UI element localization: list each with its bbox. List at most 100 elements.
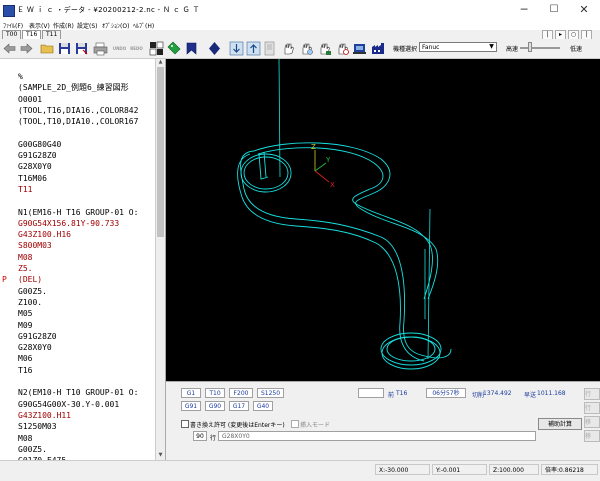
diamond-icon[interactable] [207, 41, 222, 56]
minimize-button[interactable]: ─ [510, 2, 538, 18]
tab-navigation: | ▸ ○ | [540, 30, 598, 40]
code-line[interactable]: N2(EM10-H T10 GROUP-01 O: [0, 387, 150, 398]
machine-select[interactable]: Fanuc ▼ [419, 42, 497, 52]
speed-slider-thumb[interactable] [528, 42, 532, 52]
tab-t11[interactable]: T11 [42, 30, 62, 39]
side-button-1[interactable]: 行 [584, 388, 600, 400]
machine-icon[interactable] [352, 41, 367, 56]
code-line[interactable] [0, 195, 150, 206]
code-line-text: (DEL) [18, 275, 43, 285]
code-line[interactable]: S800M03 [0, 240, 150, 251]
scroll-down-icon[interactable]: ▼ [156, 452, 165, 460]
code-line[interactable]: G28X0Y0 [0, 342, 150, 353]
undo-button[interactable]: UNDO [112, 42, 127, 55]
code-line[interactable]: N1(EM16-H T16 GROUP-01 O: [0, 207, 150, 218]
back-arrow-icon[interactable] [2, 41, 17, 56]
tab-t16[interactable]: T16 [22, 30, 42, 39]
aux-calc-button[interactable]: 補助計算 [538, 418, 582, 430]
menu-options[interactable]: ｵﾌﾟｼｮﾝ(O) [102, 21, 129, 30]
code-line[interactable]: G43Z100.H11 [0, 410, 150, 421]
menu-settings[interactable]: 設定(S) [77, 21, 98, 30]
tag-icon[interactable] [166, 41, 181, 56]
speed-slider-track[interactable] [520, 47, 560, 49]
code-line[interactable]: Z5. [0, 263, 150, 274]
insert-mode-checkbox[interactable] [291, 420, 299, 428]
code-line-text: G43Z100.H16 [18, 230, 71, 240]
code-line[interactable]: T11 [0, 184, 150, 195]
speed-fast-label: 高速 [506, 46, 519, 53]
code-line[interactable]: S1250M03 [0, 421, 150, 432]
code-line[interactable] [0, 127, 150, 138]
print-icon[interactable] [93, 41, 108, 56]
menu-view[interactable]: 表示(V) [29, 21, 50, 30]
coord-z: Z:100.000 [489, 464, 539, 475]
document-icon[interactable] [262, 41, 277, 56]
side-button-2[interactable]: 行 [584, 402, 600, 414]
step-up-icon[interactable] [246, 41, 261, 56]
save-icon[interactable] [57, 41, 72, 56]
code-line[interactable]: G28X0Y0 [0, 161, 150, 172]
code-line[interactable]: (TOOL,T10,DIA10.,COLOR167 [0, 116, 150, 127]
code-line[interactable]: G00G80G40 [0, 139, 150, 150]
code-line[interactable]: T16 [0, 365, 150, 376]
factory-icon[interactable] [371, 41, 386, 56]
maximize-button[interactable]: ☐ [540, 2, 568, 18]
code-line[interactable]: % [0, 71, 150, 82]
code-line[interactable]: G00Z5. [0, 286, 150, 297]
chevron-down-icon[interactable]: ▼ [487, 43, 496, 51]
menu-help[interactable]: ﾍﾙﾌﾟ(H) [133, 21, 154, 30]
open-folder-icon[interactable] [40, 41, 55, 56]
code-line[interactable]: (TOOL,T16,DIA16.,COLOR842 [0, 105, 150, 116]
code-scrollbar[interactable]: ▲ ▼ [155, 59, 165, 460]
code-line[interactable] [0, 376, 150, 387]
code-line[interactable]: G43Z100.H16 [0, 229, 150, 240]
code-line-text: (TOOL,T16,DIA16.,COLOR842 [18, 105, 139, 115]
save-as-icon[interactable] [74, 41, 89, 56]
code-line[interactable]: T16M06 [0, 173, 150, 184]
code-line[interactable]: M08 [0, 433, 150, 444]
code-line[interactable]: M09 [0, 320, 150, 331]
code-line[interactable]: M06 [0, 353, 150, 364]
code-line[interactable]: G91G28Z0 [0, 150, 150, 161]
code-line[interactable]: (SAMPLE_2D_例題6_練習図形 [0, 82, 150, 93]
code-line[interactable]: G90G54X156.81Y-90.733 [0, 218, 150, 229]
hand-fit-icon[interactable] [335, 41, 350, 56]
side-button-4[interactable]: 移 [584, 430, 600, 442]
code-line[interactable]: M05 [0, 308, 150, 319]
code-line-text: (TOOL,T10,DIA10.,COLOR167 [18, 117, 139, 127]
code-line[interactable]: O0001 [0, 94, 150, 105]
nc-code-editor[interactable]: % (SAMPLE_2D_例題6_練習図形 O0001 (TOOL,T16,DIA16… [0, 59, 166, 460]
toolpath-outer-contour [237, 142, 452, 362]
forward-arrow-icon[interactable] [19, 41, 34, 56]
line-number-field[interactable]: 90 [193, 431, 207, 441]
edit-permit-checkbox[interactable] [181, 420, 189, 428]
code-line[interactable]: Z100. [0, 297, 150, 308]
hand-pan-icon[interactable] [281, 41, 296, 56]
menu-file[interactable]: ﾌｧｲﾙ(F) [3, 21, 23, 30]
axis-z-label: Z [311, 143, 316, 151]
bookmark-icon[interactable] [184, 41, 199, 56]
menu-create[interactable]: 作成(R) [53, 21, 74, 30]
toolpath-viewport[interactable]: Z Y X [166, 59, 600, 381]
scroll-up-icon[interactable]: ▲ [156, 59, 165, 67]
code-line[interactable]: G00Z5. [0, 444, 150, 455]
scroll-thumb[interactable] [157, 67, 164, 237]
tab-t00[interactable]: T00 [2, 30, 22, 39]
code-line[interactable]: M08 [0, 252, 150, 263]
zoom-readout: 倍率:0.86218 [541, 464, 598, 475]
step-down-icon[interactable] [229, 41, 244, 56]
status-panel: G1 T10 F200 S1250 G91 G90 G17 G40 前 T16 … [166, 381, 600, 461]
redo-button[interactable]: REDO [129, 42, 144, 55]
hand-zoom-icon[interactable] [299, 41, 314, 56]
hand-rotate-icon[interactable] [317, 41, 332, 56]
close-button[interactable]: ✕ [570, 2, 598, 18]
grid-select-icon[interactable] [149, 41, 164, 56]
toolpath-top-pocket [240, 151, 292, 193]
side-button-3[interactable]: 移 [584, 416, 600, 428]
machine-select-label: 機種選択 [393, 46, 418, 53]
code-line[interactable]: G91G28Z0 [0, 331, 150, 342]
code-line[interactable]: G90G54G00X-30.Y-0.001 [0, 399, 150, 410]
menu-bar: ﾌｧｲﾙ(F) 表示(V) 作成(R) 設定(S) ｵﾌﾟｼｮﾝ(O) ﾍﾙﾌﾟ… [0, 20, 600, 30]
code-line[interactable]: P (DEL) [0, 274, 150, 285]
line-edit-input[interactable]: G28X0Y0 [218, 431, 536, 441]
